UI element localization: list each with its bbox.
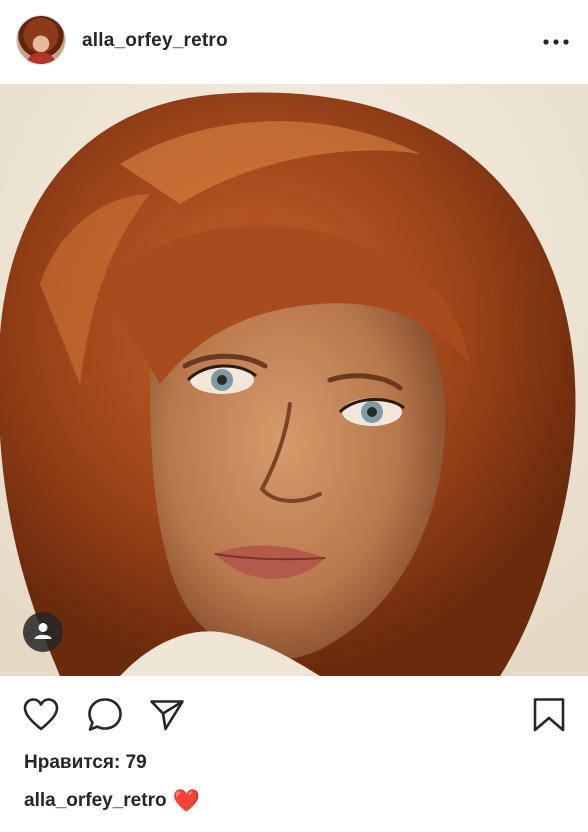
user-tag-icon[interactable] xyxy=(23,612,63,652)
bookmark-icon[interactable] xyxy=(530,696,568,734)
post-actions xyxy=(0,676,588,746)
likes-count[interactable]: Нравится: 79 xyxy=(24,752,147,774)
avatar[interactable] xyxy=(17,16,65,64)
caption-username[interactable]: alla_orfey_retro xyxy=(24,790,167,811)
heart-outline-icon[interactable] xyxy=(22,696,60,734)
paper-plane-icon[interactable] xyxy=(148,696,186,734)
post-photo[interactable] xyxy=(0,84,588,676)
post-header: alla_orfey_retro xyxy=(0,0,588,84)
caption-emoji: ❤️ xyxy=(172,788,200,813)
comments-preview[interactable] xyxy=(24,822,384,832)
post-caption: alla_orfey_retro ❤️ xyxy=(24,788,200,814)
post-username[interactable]: alla_orfey_retro xyxy=(82,30,228,52)
comment-bubble-icon[interactable] xyxy=(86,696,124,734)
more-options-icon[interactable] xyxy=(543,38,569,46)
